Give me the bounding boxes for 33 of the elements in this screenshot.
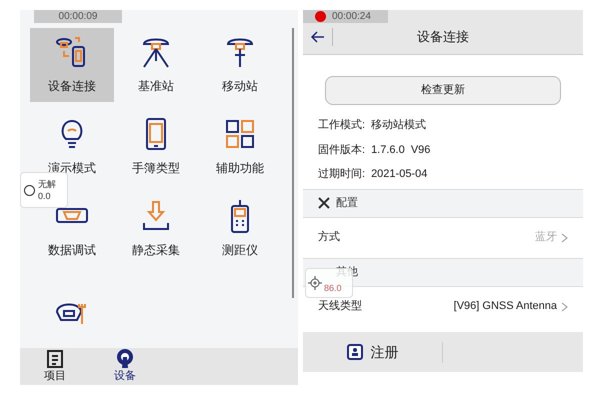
overlay-value: 86.0 — [324, 282, 342, 296]
status-text: 无解 — [38, 178, 56, 190]
target-icon — [308, 276, 322, 290]
chevron-right-icon — [561, 302, 568, 312]
recording-timer: 00:00:24 — [332, 10, 371, 23]
antenna-icon — [115, 348, 135, 368]
info-value: 1.7.6.0 V96 — [371, 142, 430, 158]
menu-tile[interactable]: 移动站 — [198, 28, 282, 102]
info-label: 过期时间: — [318, 167, 366, 182]
register-button[interactable]: 注册 — [303, 342, 443, 362]
grid-icon — [223, 117, 257, 151]
back-arrow-icon — [310, 30, 324, 44]
id-card-icon — [346, 344, 362, 360]
chevron-right-icon — [561, 232, 568, 242]
menu-tile[interactable]: 手簿类型 — [114, 110, 198, 184]
section-title: 配置 — [336, 196, 358, 211]
info-value: 2021-05-04 — [371, 167, 428, 182]
status-value: 0.0 — [38, 190, 52, 202]
menu-tile[interactable]: 设备连接 — [30, 28, 114, 102]
menu-tile[interactable]: 静态采集 — [114, 192, 198, 266]
clipboard-icon — [45, 348, 65, 368]
info-label: 固件版本: — [318, 142, 366, 158]
settings-row[interactable]: 方式 蓝牙 — [303, 218, 583, 258]
check-update-button[interactable]: 检查更新 — [325, 76, 561, 105]
menu-tile[interactable]: 测距仪 — [198, 192, 282, 266]
nav-tab[interactable]: 设备 — [90, 348, 160, 384]
info-label: 工作模式: — [318, 118, 366, 133]
info-value: 移动站模式 — [371, 118, 426, 133]
menu-tile[interactable]: 辅助功能 — [198, 110, 282, 184]
menu-tile[interactable]: 基准站 — [114, 28, 198, 102]
recording-timer: 00:00:09 — [34, 10, 122, 23]
nav-tab[interactable]: 项目 — [20, 348, 90, 384]
page-title: 设备连接 — [416, 28, 470, 46]
